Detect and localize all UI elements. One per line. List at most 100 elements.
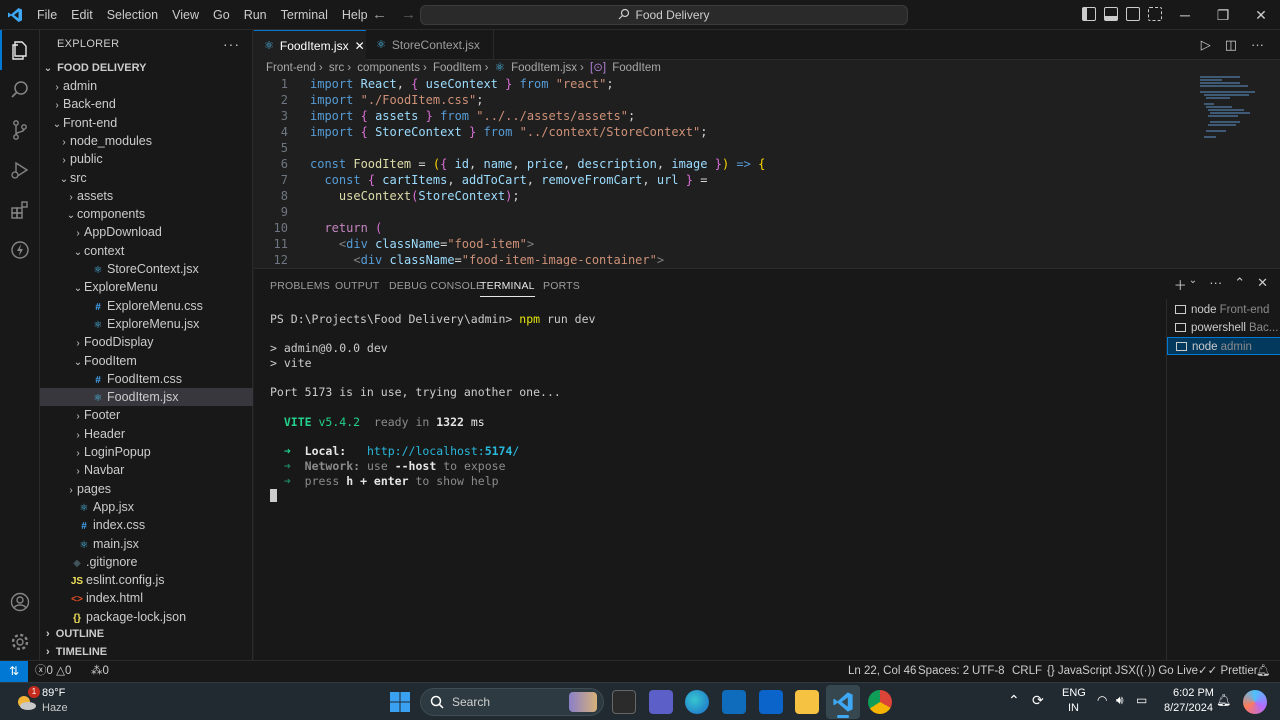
sync-icon[interactable]: ⟳ — [1032, 692, 1044, 709]
terminal-list-item[interactable]: powershell Bac... — [1167, 319, 1280, 337]
tree-folder[interactable]: › AppDownload — [40, 223, 253, 241]
maximize-panel-icon[interactable]: ⌃ — [1234, 275, 1245, 294]
search-icon[interactable] — [0, 70, 40, 110]
local-url-suffix[interactable]: / — [512, 444, 519, 458]
menu-view[interactable]: View — [165, 0, 206, 30]
battery-icon[interactable]: ▭ — [1136, 693, 1147, 707]
run-debug-icon[interactable] — [0, 150, 40, 190]
chrome-icon[interactable] — [868, 690, 892, 714]
microsoft-store-icon[interactable] — [722, 690, 746, 714]
tree-folder[interactable]: ⌄ context — [40, 242, 253, 260]
tree-folder[interactable]: ⌄ Front-end — [40, 114, 253, 132]
task-view-icon[interactable] — [612, 690, 636, 714]
tab-output[interactable]: OUTPUT — [335, 275, 379, 297]
weather-icon[interactable]: 1 — [14, 686, 40, 714]
tree-file[interactable]: ⚛ main.jsx — [40, 535, 253, 553]
run-file-icon[interactable]: ▷ — [1201, 37, 1211, 53]
tree-folder[interactable]: ⌄ components — [40, 205, 253, 223]
tree-file[interactable]: # ExploreMenu.css — [40, 297, 253, 315]
chevron-down-icon[interactable]: ⌄ — [1189, 275, 1197, 294]
tree-folder[interactable]: › admin — [40, 77, 253, 95]
breadcrumb-item[interactable]: Front-end — [266, 62, 316, 74]
tree-file[interactable]: ⚛ StoreContext.jsx — [40, 260, 253, 278]
forward-arrow-icon[interactable]: → — [401, 6, 416, 23]
terminal-list-item[interactable]: node Front-end — [1167, 301, 1280, 319]
remote-indicator-icon[interactable]: ⇅ — [0, 661, 28, 682]
tree-folder[interactable]: › LoginPopup — [40, 443, 253, 461]
cursor-position[interactable]: Ln 22, Col 46 — [848, 661, 916, 682]
encoding[interactable]: UTF-8 — [972, 661, 1005, 682]
menu-go[interactable]: Go — [206, 0, 237, 30]
more-actions-icon[interactable]: ··· — [1209, 275, 1222, 294]
problems-indicator[interactable]: ⓧ0 △0 — [35, 661, 71, 682]
tree-file[interactable]: ⚛ App.jsx — [40, 498, 253, 516]
language-mode[interactable]: {} JavaScript JSX — [1047, 661, 1136, 682]
thunder-client-icon[interactable] — [0, 230, 40, 270]
notifications-bell-icon[interactable]: 🔔︎ — [1256, 661, 1271, 682]
tree-folder[interactable]: › assets — [40, 187, 253, 205]
tab-fooditem-jsx[interactable]: ⚛ FoodItem.jsx ✕ — [254, 30, 366, 60]
toggle-panel-icon[interactable] — [1104, 7, 1118, 21]
restore-icon[interactable]: ❐ — [1204, 0, 1242, 30]
tree-file[interactable]: # FoodItem.css — [40, 370, 253, 388]
outline-section[interactable]: › OUTLINE — [40, 625, 253, 643]
menu-file[interactable]: File — [30, 0, 64, 30]
teams-icon[interactable] — [649, 690, 673, 714]
more-actions-icon[interactable]: ··· — [223, 30, 240, 58]
breadcrumb-item[interactable]: components — [357, 62, 420, 74]
notification-bell-icon[interactable]: 🔔︎ — [1216, 693, 1231, 707]
tab-problems[interactable]: PROBLEMS — [270, 275, 330, 297]
clock-time[interactable]: 6:02 PM — [1173, 687, 1214, 699]
menu-edit[interactable]: Edit — [64, 0, 100, 30]
extensions-icon[interactable] — [0, 190, 40, 230]
toggle-secondary-sidebar-icon[interactable] — [1126, 7, 1140, 21]
command-center[interactable]: Food Delivery — [420, 5, 908, 25]
tree-folder[interactable]: › FoodDisplay — [40, 333, 253, 351]
code-editor[interactable]: 1 import React, { useContext } from "reac… — [254, 76, 1280, 266]
minimap[interactable] — [1200, 76, 1260, 146]
tab-terminal[interactable]: TERMINAL — [480, 275, 535, 297]
tree-folder[interactable]: › Header — [40, 425, 253, 443]
tree-file[interactable]: ⚛ ExploreMenu.jsx — [40, 315, 253, 333]
mail-icon[interactable] — [759, 690, 783, 714]
toggle-sidebar-icon[interactable] — [1082, 7, 1096, 21]
go-live-button[interactable]: ((·)) Go Live — [1136, 661, 1198, 682]
end-of-line[interactable]: CRLF — [1012, 661, 1042, 682]
tree-file[interactable]: ⚛ FoodItem.jsx — [40, 388, 253, 407]
clock-date[interactable]: 8/27/2024 — [1164, 702, 1213, 714]
close-panel-icon[interactable]: ✕ — [1257, 275, 1268, 294]
breadcrumb-item[interactable]: FoodItem — [612, 62, 661, 74]
volume-icon[interactable]: 🔊︎ — [1116, 693, 1124, 708]
tree-file[interactable]: {} package-lock.json — [40, 608, 253, 626]
input-language[interactable]: ENG — [1062, 687, 1086, 699]
wifi-icon[interactable]: ◠ — [1097, 693, 1107, 707]
taskbar-search[interactable]: Search — [420, 688, 604, 716]
explorer-icon[interactable] — [0, 30, 40, 70]
more-actions-icon[interactable]: ··· — [1251, 37, 1264, 53]
tree-file[interactable]: ◆ .gitignore — [40, 553, 253, 571]
local-url-prefix[interactable]: http://localhost: — [367, 444, 485, 458]
tree-file[interactable]: <> index.html — [40, 589, 253, 607]
breadcrumb-item[interactable]: FoodItem.jsx — [511, 62, 577, 74]
minimize-icon[interactable]: ─ — [1166, 0, 1204, 30]
new-terminal-icon[interactable]: ＋ — [1174, 275, 1187, 294]
tree-folder[interactable]: › Footer — [40, 406, 253, 424]
indentation[interactable]: Spaces: 2 — [918, 661, 969, 682]
menu-help[interactable]: Help — [335, 0, 375, 30]
tree-folder[interactable]: › Back-end — [40, 95, 253, 113]
menu-selection[interactable]: Selection — [100, 0, 165, 30]
ports-indicator[interactable]: ⁂0 — [91, 661, 109, 682]
tab-debug-console[interactable]: DEBUG CONSOLE — [389, 275, 483, 297]
menu-run[interactable]: Run — [237, 0, 274, 30]
show-hidden-icons-icon[interactable]: ⌃ — [1008, 692, 1020, 709]
workspace-root[interactable]: ⌄ FOOD DELIVERY — [40, 59, 253, 77]
timeline-section[interactable]: › TIMELINE — [40, 643, 253, 661]
windows-start-icon[interactable] — [389, 691, 411, 716]
tree-folder[interactable]: ⌄ src — [40, 169, 253, 187]
split-editor-icon[interactable]: ◫ — [1225, 37, 1237, 53]
manage-gear-icon[interactable] — [0, 622, 40, 662]
input-region[interactable]: IN — [1068, 702, 1079, 714]
local-port[interactable]: 5174 — [485, 444, 513, 458]
tree-folder[interactable]: ⌄ FoodItem — [40, 352, 253, 370]
terminal-list-item-active[interactable]: node admin — [1167, 337, 1280, 355]
